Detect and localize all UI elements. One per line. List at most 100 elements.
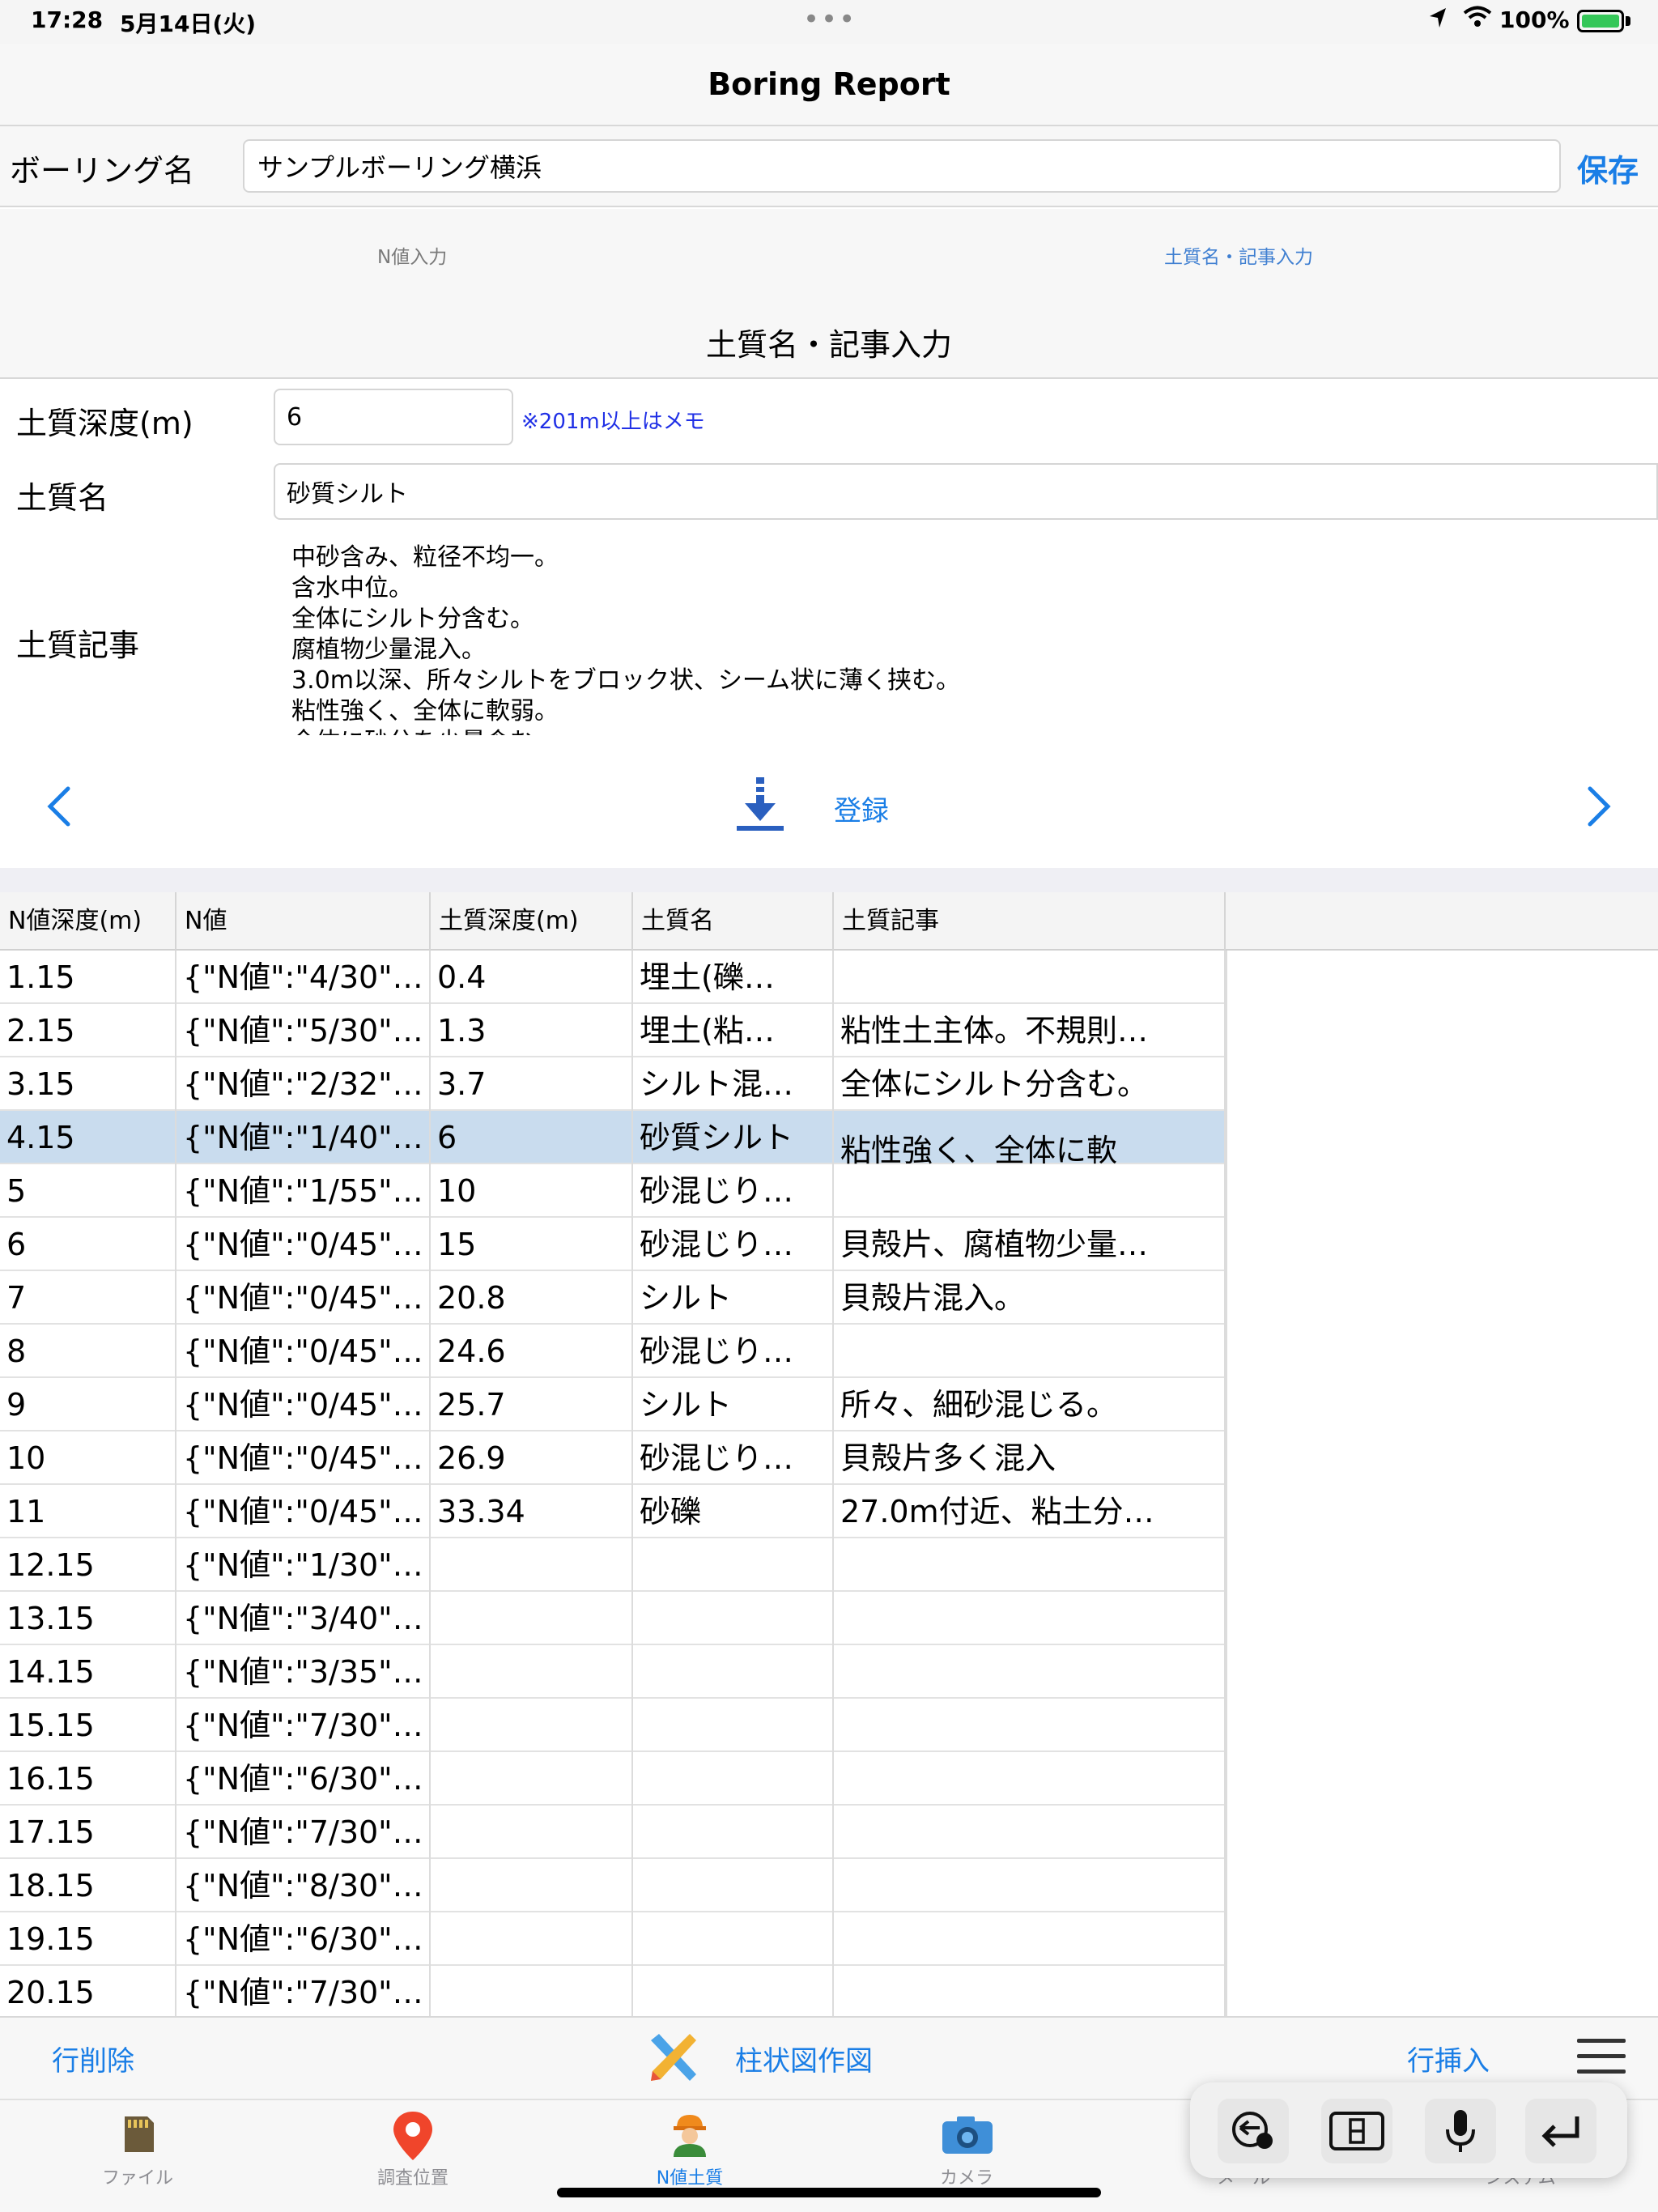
worker-icon[interactable] bbox=[665, 2110, 714, 2159]
soil-name-cell bbox=[633, 1538, 834, 1592]
soil-article-cell: 貝殻片多く混入 bbox=[834, 1431, 1226, 1485]
header-n-value[interactable]: N値 bbox=[176, 892, 431, 951]
table-row[interactable]: 20.15 {"N値":"7/30"… bbox=[0, 1966, 1226, 2018]
return-key-icon[interactable] bbox=[1525, 2099, 1596, 2163]
header-soil-name[interactable]: 土質名 bbox=[633, 892, 834, 951]
n-value-cell: {"N値":"7/30"… bbox=[176, 1806, 431, 1859]
n-depth-cell: 11 bbox=[0, 1485, 176, 1538]
menu-icon[interactable] bbox=[1577, 2037, 1626, 2076]
soil-name-input[interactable] bbox=[274, 463, 1658, 520]
soil-article-cell: 27.0m付近、粘土分… bbox=[834, 1485, 1226, 1538]
tab-n-value-input[interactable]: N値入力 bbox=[377, 241, 447, 269]
n-value-cell: {"N値":"0/45"… bbox=[176, 1271, 431, 1325]
soil-depth-cell: 0.4 bbox=[431, 951, 633, 1004]
n-value-cell: {"N値":"5/30"… bbox=[176, 1004, 431, 1057]
soil-depth-cell: 26.9 bbox=[431, 1431, 633, 1485]
table-row[interactable]: 14.15 {"N値":"3/35"… bbox=[0, 1645, 1226, 1699]
table-row[interactable]: 10 {"N値":"0/45"… 26.9 砂混じり… 貝殻片多く混入 bbox=[0, 1431, 1226, 1485]
multitask-dots[interactable]: ••• bbox=[803, 3, 857, 36]
soil-name-cell: 埋土(粘… bbox=[633, 1004, 834, 1057]
sd-card-icon[interactable] bbox=[113, 2110, 162, 2159]
soil-article-cell bbox=[834, 1325, 1226, 1378]
soil-article-textarea[interactable]: 中砂含み、粒径不均一。 含水中位。 全体にシルト分含む。 腐植物少量混入。 3.… bbox=[291, 542, 1627, 735]
soil-article-cell: 貝殻片混入。 bbox=[834, 1271, 1226, 1325]
table-row[interactable]: 4.15 {"N値":"1/40"… 6 砂質シルト 粘性強く、全体に軟 bbox=[0, 1111, 1226, 1164]
tab-location-label[interactable]: 調査位置 bbox=[332, 2163, 494, 2189]
boring-name-input[interactable] bbox=[243, 139, 1561, 193]
soil-depth-cell: 1.3 bbox=[431, 1004, 633, 1057]
column-chart-button[interactable]: 柱状図作図 bbox=[735, 2039, 873, 2078]
register-button[interactable]: 登録 bbox=[834, 789, 889, 828]
soil-article-cell bbox=[834, 1752, 1226, 1806]
table-row[interactable]: 12.15 {"N値":"1/30"… bbox=[0, 1538, 1226, 1592]
soil-article-cell: 粘性土主体。不規則… bbox=[834, 1004, 1226, 1057]
n-depth-cell: 20.15 bbox=[0, 1966, 176, 2018]
n-depth-cell: 2.15 bbox=[0, 1004, 176, 1057]
soil-depth-input[interactable] bbox=[274, 389, 513, 445]
wifi-icon bbox=[1462, 5, 1493, 32]
soil-name-cell: 埋土(礫… bbox=[633, 951, 834, 1004]
pencil-ruler-icon[interactable] bbox=[644, 2029, 701, 2086]
next-button[interactable] bbox=[1582, 782, 1618, 831]
table-row[interactable]: 18.15 {"N値":"8/30"… bbox=[0, 1859, 1226, 1912]
soil-article-cell: 全体にシルト分含む。 bbox=[834, 1057, 1226, 1111]
table-row[interactable]: 17.15 {"N値":"7/30"… bbox=[0, 1806, 1226, 1859]
soil-article-cell bbox=[834, 1966, 1226, 2018]
tab-camera-label[interactable]: カメラ bbox=[886, 2163, 1048, 2189]
header-soil-article[interactable]: 土質記事 bbox=[834, 892, 1226, 951]
soil-depth-cell bbox=[431, 1538, 633, 1592]
header-n-depth[interactable]: N値深度(m) bbox=[0, 892, 176, 951]
download-arrow-icon[interactable] bbox=[733, 776, 787, 834]
n-value-cell: {"N値":"0/45"… bbox=[176, 1378, 431, 1431]
soil-name-cell bbox=[633, 1645, 834, 1699]
table-row[interactable]: 3.15 {"N値":"2/32"… 3.7 シルト混… 全体にシルト分含む。 bbox=[0, 1057, 1226, 1111]
n-depth-cell: 6 bbox=[0, 1218, 176, 1271]
table-row[interactable]: 1.15 {"N値":"4/30"… 0.4 埋土(礫… bbox=[0, 951, 1226, 1004]
soil-name-cell: 砂混じり… bbox=[633, 1431, 834, 1485]
n-depth-cell: 13.15 bbox=[0, 1592, 176, 1645]
n-depth-cell: 8 bbox=[0, 1325, 176, 1378]
table-row[interactable]: 9 {"N値":"0/45"… 25.7 シルト 所々、細砂混じる。 bbox=[0, 1378, 1226, 1431]
n-value-cell: {"N値":"7/30"… bbox=[176, 1699, 431, 1752]
soil-article-cell bbox=[834, 1806, 1226, 1859]
soil-depth-cell bbox=[431, 1806, 633, 1859]
table-row[interactable]: 5 {"N値":"1/55"… 10 砂混じり… bbox=[0, 1164, 1226, 1218]
tab-nvalue-soil-label[interactable]: N値土質 bbox=[609, 2163, 771, 2189]
tab-file-label[interactable]: ファイル bbox=[57, 2163, 219, 2189]
soil-name-cell: シルト混… bbox=[633, 1057, 834, 1111]
soil-name-cell bbox=[633, 1966, 834, 2018]
table-row[interactable]: 15.15 {"N値":"7/30"… bbox=[0, 1699, 1226, 1752]
table-row[interactable]: 19.15 {"N値":"6/30"… bbox=[0, 1912, 1226, 1966]
map-pin-icon[interactable] bbox=[389, 2110, 437, 2160]
table-header: N値深度(m) N値 土質深度(m) 土質名 土質記事 bbox=[0, 892, 1658, 951]
soil-name-label: 土質名 bbox=[16, 480, 109, 516]
header-soil-depth[interactable]: 土質深度(m) bbox=[431, 892, 633, 951]
table-row[interactable]: 2.15 {"N値":"5/30"… 1.3 埋土(粘… 粘性土主体。不規則… bbox=[0, 1004, 1226, 1057]
undo-chat-icon[interactable] bbox=[1218, 2099, 1289, 2163]
soil-name-cell bbox=[633, 1859, 834, 1912]
insert-row-button[interactable]: 行挿入 bbox=[1407, 2039, 1490, 2078]
table-row[interactable]: 13.15 {"N値":"3/40"… bbox=[0, 1592, 1226, 1645]
table-row[interactable]: 11 {"N値":"0/45"… 33.34 砂礫 27.0m付近、粘土分… bbox=[0, 1485, 1226, 1538]
japanese-input-icon[interactable] bbox=[1321, 2099, 1392, 2163]
camera-icon[interactable] bbox=[941, 2110, 993, 2159]
soil-name-cell bbox=[633, 1806, 834, 1859]
n-value-cell: {"N値":"0/45"… bbox=[176, 1431, 431, 1485]
soil-name-cell bbox=[633, 1592, 834, 1645]
microphone-icon[interactable] bbox=[1425, 2099, 1496, 2163]
tab-soil-input[interactable]: 土質名・記事入力 bbox=[1164, 241, 1313, 269]
soil-depth-cell: 3.7 bbox=[431, 1057, 633, 1111]
delete-row-button[interactable]: 行削除 bbox=[52, 2039, 134, 2078]
table-row[interactable]: 7 {"N値":"0/45"… 20.8 シルト 貝殻片混入。 bbox=[0, 1271, 1226, 1325]
table-row[interactable]: 6 {"N値":"0/45"… 15 砂混じり… 貝殻片、腐植物少量… bbox=[0, 1218, 1226, 1271]
soil-article-cell bbox=[834, 1592, 1226, 1645]
table-row[interactable]: 16.15 {"N値":"6/30"… bbox=[0, 1752, 1226, 1806]
n-depth-cell: 10 bbox=[0, 1431, 176, 1485]
table-row[interactable]: 8 {"N値":"0/45"… 24.6 砂混じり… bbox=[0, 1325, 1226, 1378]
status-date: 5月14日(火) bbox=[120, 11, 257, 37]
previous-button[interactable] bbox=[40, 782, 76, 831]
n-depth-cell: 9 bbox=[0, 1378, 176, 1431]
save-button[interactable]: 保存 bbox=[1577, 146, 1639, 190]
boring-name-label: ボーリング名 bbox=[10, 153, 195, 189]
soil-depth-label: 土質深度(m) bbox=[16, 406, 193, 441]
